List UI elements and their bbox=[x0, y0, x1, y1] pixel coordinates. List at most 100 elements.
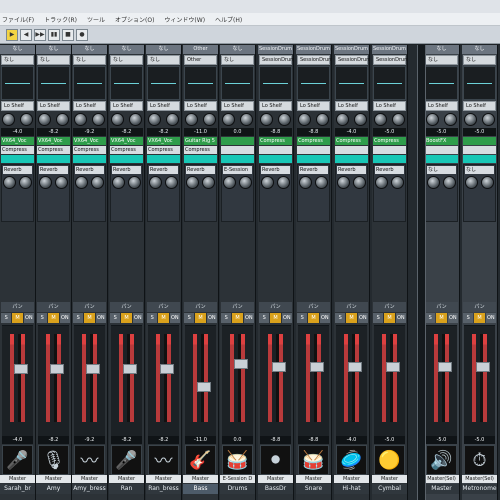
track-name[interactable]: Cymbal bbox=[372, 484, 407, 494]
eq-display[interactable] bbox=[297, 66, 330, 100]
eq-display[interactable] bbox=[425, 66, 458, 100]
eq-mode-dropdown[interactable]: Lo Shelf bbox=[335, 101, 368, 111]
instrument-icon[interactable]: 🔊 bbox=[426, 445, 457, 475]
send-slot[interactable]: Reverb bbox=[299, 166, 328, 174]
input-dropdown[interactable]: なし bbox=[1, 55, 34, 65]
send-slot[interactable]: Reverb bbox=[186, 166, 215, 174]
fast-forward-button[interactable]: ▶▶ bbox=[34, 28, 46, 41]
send-knob[interactable] bbox=[186, 176, 200, 189]
send-slot[interactable]: なし bbox=[427, 166, 456, 174]
send-level-knob[interactable] bbox=[352, 176, 366, 189]
output-route[interactable]: Master bbox=[0, 475, 35, 483]
solo-button[interactable]: S bbox=[73, 313, 84, 323]
on-button[interactable]: ON bbox=[357, 313, 368, 323]
eq-knob-mid[interactable] bbox=[91, 113, 105, 126]
pan-control[interactable]: パン bbox=[425, 302, 458, 312]
send-knob[interactable] bbox=[465, 176, 479, 189]
send-level-knob[interactable] bbox=[164, 176, 178, 189]
fx-slot-2[interactable]: Compress bbox=[184, 146, 217, 154]
send-knob[interactable] bbox=[299, 176, 313, 189]
eq-knob-low[interactable] bbox=[336, 113, 350, 126]
input-dropdown[interactable]: なし bbox=[110, 55, 143, 65]
on-button[interactable]: ON bbox=[395, 313, 406, 323]
volume-fader[interactable] bbox=[348, 362, 362, 372]
menu-tools[interactable]: ツール bbox=[87, 15, 105, 24]
pan-control[interactable]: パン bbox=[463, 302, 496, 312]
fx-slot-1[interactable]: Compress bbox=[259, 137, 292, 145]
eq-mode-dropdown[interactable]: Lo Shelf bbox=[425, 101, 458, 111]
mute-button[interactable]: M bbox=[84, 313, 95, 323]
eq-knob-low[interactable] bbox=[298, 113, 312, 126]
track-name[interactable]: Hi-hat bbox=[334, 484, 369, 494]
fx-slot-1[interactable]: VX64_Voc bbox=[110, 137, 143, 145]
instrument-icon[interactable]: 🥁 bbox=[298, 445, 329, 475]
eq-display[interactable] bbox=[373, 66, 406, 100]
send-knob[interactable] bbox=[149, 176, 163, 189]
fx-slot-2[interactable] bbox=[425, 146, 458, 154]
send-level-knob[interactable] bbox=[276, 176, 290, 189]
eq-knob-low[interactable] bbox=[222, 113, 236, 126]
eq-knob-mid[interactable] bbox=[353, 113, 367, 126]
track-name[interactable]: Amy bbox=[36, 484, 71, 494]
input-dropdown[interactable]: なし bbox=[425, 55, 458, 65]
send-level-knob[interactable] bbox=[314, 176, 328, 189]
fx-slot-2[interactable] bbox=[463, 146, 496, 154]
mute-button[interactable]: M bbox=[232, 313, 243, 323]
eq-knob-low[interactable] bbox=[260, 113, 274, 126]
pan-control[interactable]: パン bbox=[147, 302, 180, 312]
fx-slot-2[interactable] bbox=[297, 146, 330, 154]
on-button[interactable]: ON bbox=[447, 313, 458, 323]
instrument-icon[interactable]: ⚫ bbox=[260, 445, 291, 475]
mute-button[interactable]: M bbox=[195, 313, 206, 323]
pan-control[interactable]: パン bbox=[259, 302, 292, 312]
track-name[interactable]: BassDr bbox=[258, 484, 293, 494]
pan-control[interactable]: パン bbox=[37, 302, 70, 312]
send-level-knob[interactable] bbox=[127, 176, 141, 189]
mute-button[interactable]: M bbox=[308, 313, 319, 323]
input-dropdown[interactable]: SessionDrum bbox=[297, 55, 331, 65]
eq-knob-low[interactable] bbox=[111, 113, 125, 126]
eq-mode-dropdown[interactable]: Lo Shelf bbox=[37, 101, 70, 111]
eq-knob-mid[interactable] bbox=[165, 113, 179, 126]
solo-button[interactable]: S bbox=[463, 313, 474, 323]
eq-mode-dropdown[interactable]: Lo Shelf bbox=[110, 101, 143, 111]
pan-control[interactable]: パン bbox=[373, 302, 406, 312]
send-slot[interactable]: Reverb bbox=[75, 166, 104, 174]
output-route[interactable]: Master(Sel) bbox=[424, 475, 459, 483]
output-route[interactable]: Master(Sel) bbox=[462, 475, 497, 483]
fx-slot-2[interactable] bbox=[221, 146, 254, 154]
eq-knob-mid[interactable] bbox=[55, 113, 69, 126]
on-button[interactable]: ON bbox=[206, 313, 217, 323]
eq-knob-mid[interactable] bbox=[19, 113, 33, 126]
fx-slot-1[interactable]: Compress bbox=[297, 137, 330, 145]
track-name[interactable]: Drums bbox=[220, 484, 255, 494]
menu-track[interactable]: トラック(R) bbox=[44, 15, 77, 24]
fx-slot-2[interactable] bbox=[373, 146, 406, 154]
mute-button[interactable]: M bbox=[270, 313, 281, 323]
send-level-knob[interactable] bbox=[442, 176, 456, 189]
output-route[interactable]: Master bbox=[109, 475, 144, 483]
pan-control[interactable]: パン bbox=[1, 302, 34, 312]
volume-fader[interactable] bbox=[50, 364, 64, 374]
eq-knob-mid[interactable] bbox=[391, 113, 405, 126]
eq-knob-low[interactable] bbox=[185, 113, 199, 126]
send-slot[interactable]: なし bbox=[465, 166, 494, 174]
eq-knob-mid[interactable] bbox=[128, 113, 142, 126]
instrument-icon[interactable]: 🎤 bbox=[2, 445, 33, 475]
on-button[interactable]: ON bbox=[281, 313, 292, 323]
eq-knob-mid[interactable] bbox=[443, 113, 457, 126]
eq-mode-dropdown[interactable]: Lo Shelf bbox=[297, 101, 330, 111]
volume-fader[interactable] bbox=[272, 362, 286, 372]
eq-display[interactable] bbox=[221, 66, 254, 100]
solo-button[interactable]: S bbox=[425, 313, 436, 323]
output-route[interactable]: Master bbox=[72, 475, 107, 483]
eq-display[interactable] bbox=[1, 66, 34, 100]
send-knob[interactable] bbox=[375, 176, 389, 189]
eq-display[interactable] bbox=[147, 66, 180, 100]
mute-button[interactable]: M bbox=[121, 313, 132, 323]
send-level-knob[interactable] bbox=[54, 176, 68, 189]
pan-control[interactable]: パン bbox=[221, 302, 254, 312]
fx-slot-2[interactable]: Compress bbox=[147, 146, 180, 154]
fx-slot-1[interactable]: VX64_Voc bbox=[73, 137, 106, 145]
send-knob[interactable] bbox=[337, 176, 351, 189]
